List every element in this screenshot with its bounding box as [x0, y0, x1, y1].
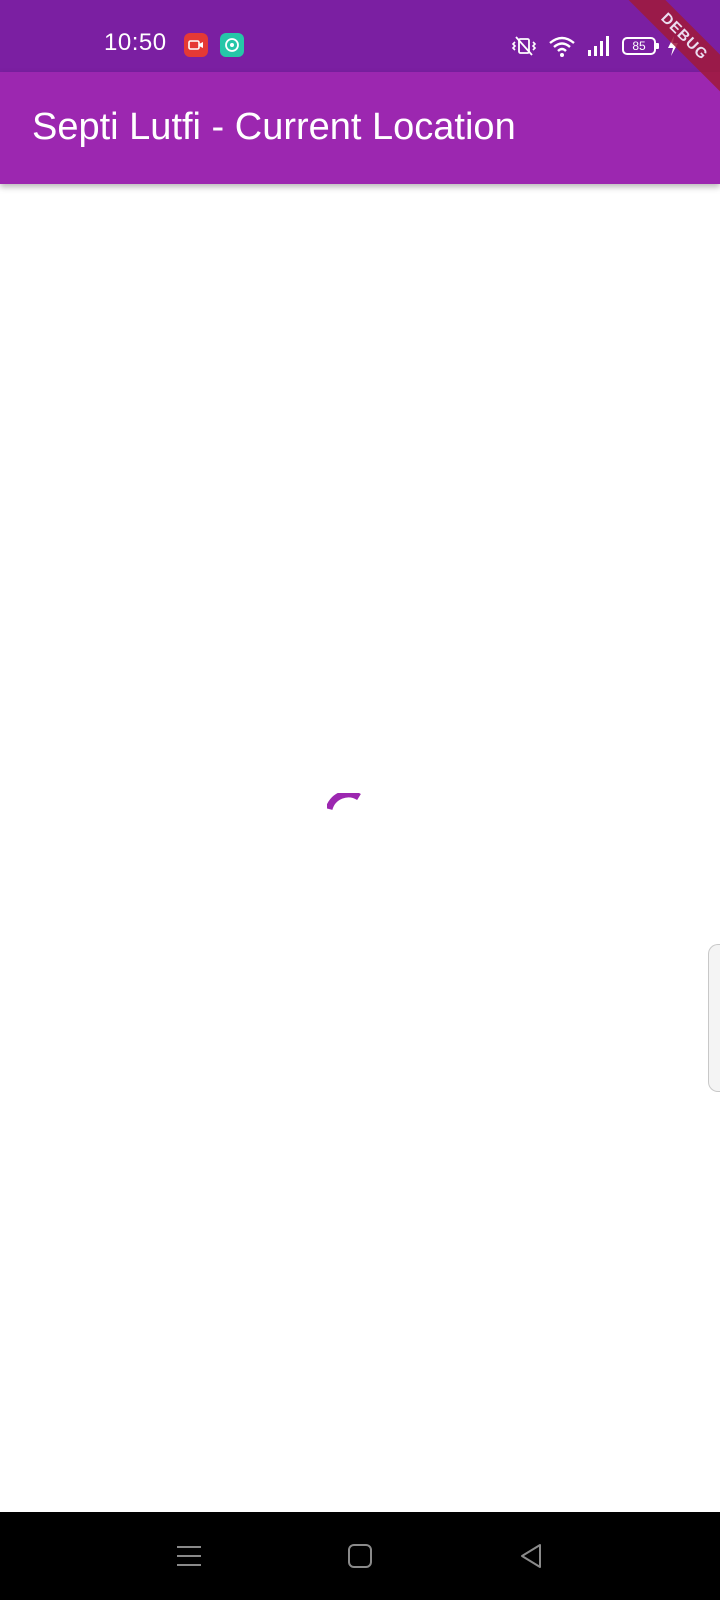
main-content	[0, 184, 720, 1512]
screen-record-icon	[184, 33, 208, 57]
page-title: Septi Lutfi - Current Location	[32, 106, 516, 148]
battery-icon: 85	[622, 37, 659, 55]
loading-spinner	[327, 793, 361, 811]
cellular-signal-icon	[586, 34, 612, 58]
screen: 10:50 85 Septi Lutfi - Current Location …	[0, 0, 720, 1600]
edge-panel-handle[interactable]	[708, 944, 720, 1092]
status-bar: 10:50 85	[0, 0, 720, 72]
navigation-bar	[0, 1512, 720, 1600]
menu-button[interactable]	[171, 1538, 207, 1574]
app-notification-icon	[220, 33, 244, 57]
home-icon	[348, 1544, 372, 1568]
menu-icon	[177, 1546, 201, 1566]
back-button[interactable]	[514, 1538, 550, 1574]
back-icon	[521, 1544, 541, 1568]
wifi-icon	[548, 34, 576, 58]
app-bar: Septi Lutfi - Current Location	[0, 72, 720, 184]
home-button[interactable]	[342, 1538, 378, 1574]
status-time: 10:50	[104, 29, 167, 56]
vibrate-icon	[510, 34, 538, 58]
status-icons: 85	[510, 32, 680, 60]
